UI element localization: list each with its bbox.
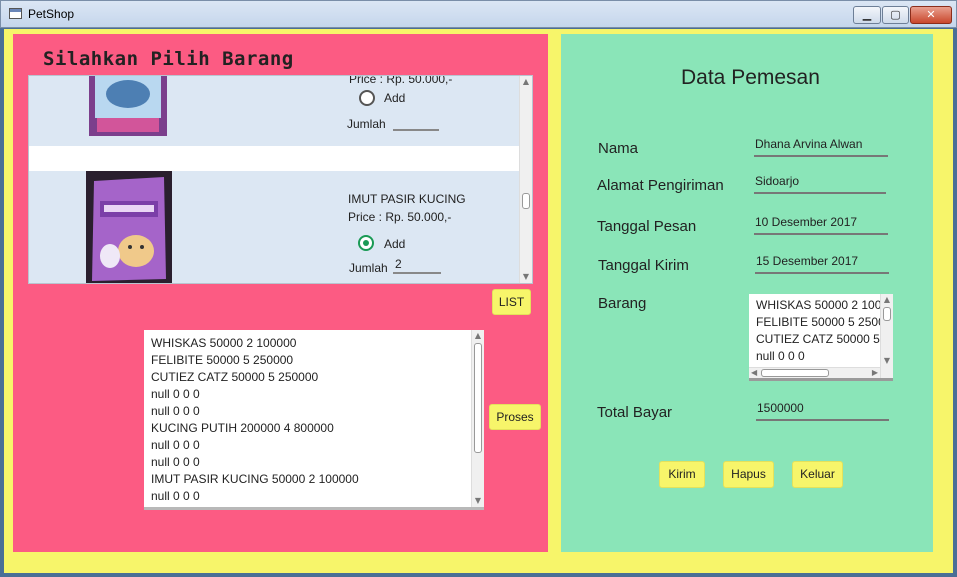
- list-button[interactable]: LIST: [492, 289, 531, 315]
- app-icon: [9, 8, 22, 19]
- product-image: [86, 171, 172, 283]
- items-hscrollbar[interactable]: ◀ ▶: [749, 367, 880, 378]
- text-line: null 0 0 0: [151, 438, 200, 452]
- scrollbar-thumb[interactable]: [883, 307, 891, 321]
- text-line: IMUT PASIR KUCING 50000 2 100000: [151, 472, 359, 486]
- add-radio[interactable]: [359, 90, 375, 106]
- add-radio-label: Add: [384, 91, 406, 105]
- product-price: Price : Rp. 50.000,-: [348, 210, 452, 224]
- text-line: WHISKAS 50000 2 100000: [756, 298, 893, 312]
- name-field[interactable]: Dhana Arvina Alwan: [754, 137, 888, 157]
- process-button[interactable]: Proses: [489, 404, 541, 430]
- close-button[interactable]: ✕: [910, 6, 952, 24]
- address-label: Alamat Pengiriman: [597, 177, 724, 194]
- product-name: IMUT PASIR KUCING: [348, 192, 466, 206]
- text-line: KUCING PUTIH 200000 4 800000: [151, 421, 334, 435]
- items-vscrollbar[interactable]: ▲ ▼: [880, 294, 893, 378]
- text-line: FELIBITE 50000 5 250000: [756, 315, 893, 329]
- scroll-left-icon[interactable]: ◀: [751, 368, 757, 378]
- delete-button[interactable]: Hapus: [723, 461, 774, 488]
- items-textarea[interactable]: WHISKAS 50000 2 100000 FELIBITE 50000 5 2…: [749, 294, 893, 381]
- quantity-label: Jumlah: [347, 117, 386, 131]
- scrollbar-thumb[interactable]: [522, 193, 530, 209]
- product-image: [89, 76, 167, 136]
- product-card: IMUT PASIR KUCING Price : Rp. 50.000,- A…: [29, 171, 520, 283]
- scroll-up-icon[interactable]: ▲: [472, 330, 484, 342]
- order-list-scrollbar[interactable]: ▲ ▼: [471, 330, 484, 507]
- product-price: Price : Rp. 50.000,-: [349, 75, 453, 86]
- scroll-down-icon[interactable]: ▼: [520, 271, 532, 283]
- product-list-scrollbar[interactable]: ▲ ▼: [519, 76, 532, 283]
- ship-date-field[interactable]: 15 Desember 2017: [755, 254, 889, 274]
- order-date-field[interactable]: 10 Desember 2017: [754, 215, 888, 235]
- text-line: null 0 0 0: [151, 455, 200, 469]
- scroll-down-icon[interactable]: ▼: [881, 355, 893, 367]
- quantity-input[interactable]: [393, 113, 439, 131]
- text-line: FELIBITE 50000 5 250000: [151, 353, 294, 367]
- text-line: null 0 0 0: [151, 404, 200, 418]
- text-line: WHISKAS 50000 2 100000: [151, 336, 297, 350]
- minimize-button[interactable]: ▁: [853, 6, 881, 24]
- order-date-label: Tanggal Pesan: [597, 218, 697, 235]
- scroll-down-icon[interactable]: ▼: [472, 495, 484, 507]
- text-line: CUTIEZ CATZ 50000 5 250000: [756, 332, 893, 346]
- name-label: Nama: [598, 140, 639, 157]
- items-label: Barang: [598, 295, 647, 312]
- text-line: null 0 0 0: [151, 489, 200, 503]
- product-card: Price : Rp. 50.000,- Add Jumlah: [29, 75, 520, 146]
- scroll-up-icon[interactable]: ▲: [520, 76, 532, 88]
- order-list-textarea[interactable]: WHISKAS 50000 2 100000 FELIBITE 50000 5 2…: [144, 330, 484, 510]
- send-button[interactable]: Kirim: [659, 461, 705, 488]
- items-lines: WHISKAS 50000 2 100000 FELIBITE 50000 5 2…: [756, 297, 893, 365]
- product-panel-title: Silahkan Pilih Barang: [43, 48, 294, 70]
- ship-date-label: Tanggal Kirim: [598, 257, 689, 274]
- maximize-button[interactable]: ▢: [882, 6, 909, 24]
- add-radio[interactable]: [358, 235, 374, 251]
- order-list-lines: WHISKAS 50000 2 100000 FELIBITE 50000 5 2…: [151, 335, 359, 505]
- window-title: PetShop: [28, 7, 75, 21]
- exit-button[interactable]: Keluar: [792, 461, 843, 488]
- total-field[interactable]: 1500000: [756, 401, 889, 421]
- customer-panel-title: Data Pemesan: [681, 66, 820, 89]
- product-list-scrollpane[interactable]: Price : Rp. 50.000,- Add Jumlah IMUT PAS…: [28, 75, 533, 284]
- quantity-input[interactable]: [393, 256, 441, 274]
- scrollbar-thumb[interactable]: [761, 369, 829, 377]
- text-line: null 0 0 0: [756, 349, 805, 363]
- text-line: null 0 0 0: [151, 387, 200, 401]
- scrollbar-thumb[interactable]: [474, 343, 482, 453]
- quantity-label: Jumlah: [349, 261, 388, 275]
- window-titlebar: PetShop ▁ ▢ ✕: [0, 0, 957, 28]
- scroll-right-icon[interactable]: ▶: [872, 368, 878, 378]
- add-radio-label: Add: [384, 237, 406, 251]
- scroll-up-icon[interactable]: ▲: [881, 294, 893, 306]
- address-field[interactable]: Sidoarjo: [754, 174, 886, 194]
- total-label: Total Bayar: [597, 404, 673, 421]
- text-line: CUTIEZ CATZ 50000 5 250000: [151, 370, 319, 384]
